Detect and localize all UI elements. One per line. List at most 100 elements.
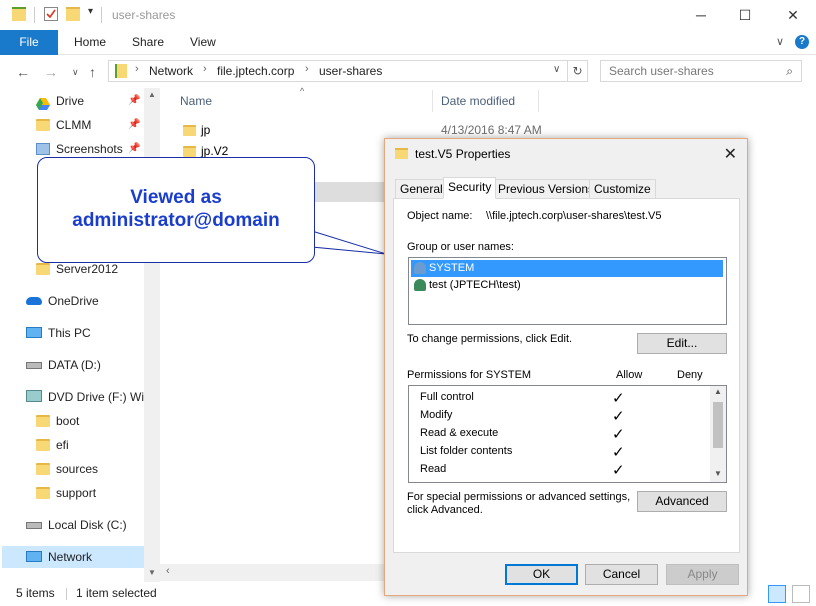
- item-count: 5 items: [16, 586, 55, 600]
- folder-check-icon: [36, 119, 50, 131]
- breadcrumb-separator-icon: ›: [305, 63, 309, 75]
- properties-quick-icon[interactable]: [44, 7, 58, 21]
- folder-icon: [183, 146, 196, 157]
- address-bar[interactable]: › Network › file.jptech.corp › user-shar…: [108, 60, 568, 82]
- tab-home[interactable]: Home: [74, 30, 106, 55]
- scroll-left-icon[interactable]: ‹: [166, 565, 170, 577]
- close-button[interactable]: ✕: [770, 0, 816, 30]
- maximize-button[interactable]: ☐: [722, 0, 768, 30]
- network-location-icon: [115, 64, 127, 78]
- sidebar-item-onedrive[interactable]: OneDrive: [26, 290, 144, 312]
- dialog-close-button[interactable]: ✕: [724, 144, 737, 164]
- edit-button[interactable]: Edit...: [637, 333, 727, 354]
- sidebar-item-drive[interactable]: Drive 📌: [34, 90, 144, 112]
- object-name-value: \\file.jptech.corp\user-shares\test.V5: [486, 210, 662, 222]
- allow-check-icon: ✓: [612, 462, 625, 479]
- apply-button[interactable]: Apply: [666, 564, 739, 585]
- pin-icon[interactable]: 📌: [128, 90, 140, 112]
- column-header-date[interactable]: Date modified: [441, 94, 515, 108]
- folder-icon: [36, 487, 50, 499]
- sidebar-item-dvd-drive[interactable]: DVD Drive (F:) Wir: [26, 386, 144, 408]
- special-permissions-text: For special permissions or advanced sett…: [407, 491, 631, 503]
- tab-previous-versions[interactable]: Previous Versions: [493, 179, 600, 199]
- advanced-button[interactable]: Advanced: [637, 491, 727, 512]
- scroll-thumb[interactable]: [713, 402, 723, 448]
- permissions-label: Permissions for SYSTEM: [407, 369, 532, 381]
- scroll-down-icon[interactable]: ▼: [714, 469, 722, 478]
- details-view-icon[interactable]: [768, 585, 786, 603]
- forward-arrow-icon[interactable]: →: [44, 64, 58, 80]
- sidebar-item-data-drive[interactable]: DATA (D:): [26, 354, 144, 376]
- recent-locations-chevron-icon[interactable]: ∨: [72, 67, 79, 78]
- customize-quick-access-icon[interactable]: ▾: [88, 6, 93, 17]
- sidebar-item-support[interactable]: support: [36, 482, 144, 504]
- allow-check-icon: ✓: [612, 408, 625, 425]
- tab-customize[interactable]: Customize: [589, 179, 656, 199]
- sidebar-item-label: Drive: [56, 94, 85, 108]
- sidebar-item-this-pc[interactable]: This PC: [26, 322, 144, 344]
- allow-column-label: Allow: [616, 369, 643, 381]
- breadcrumb-network[interactable]: Network: [149, 64, 193, 78]
- search-placeholder: Search user-shares: [609, 64, 714, 78]
- sidebar-item-label: boot: [56, 414, 80, 428]
- search-input[interactable]: Search user-shares ⌕: [600, 60, 802, 82]
- minimize-button[interactable]: ─: [678, 0, 724, 30]
- sidebar-item-network[interactable]: Network: [2, 546, 144, 568]
- tab-file[interactable]: File: [0, 30, 58, 55]
- sidebar-item-label: sources: [56, 462, 99, 476]
- cancel-button[interactable]: Cancel: [585, 564, 658, 585]
- tab-general[interactable]: General: [395, 179, 448, 199]
- dvd-drive-icon: [26, 390, 42, 402]
- sidebar-item-label: efi: [56, 438, 69, 452]
- new-folder-quick-icon[interactable]: [66, 7, 80, 21]
- breadcrumb-host[interactable]: file.jptech.corp: [217, 64, 294, 78]
- sidebar-item-boot[interactable]: boot: [36, 410, 144, 432]
- permissions-scrollbar[interactable]: ▲ ▼: [710, 386, 726, 482]
- sidebar-item-local-disk[interactable]: Local Disk (C:): [26, 514, 144, 536]
- scroll-down-icon[interactable]: ▼: [148, 568, 156, 577]
- help-icon[interactable]: ?: [795, 35, 809, 49]
- selection-count: 1 item selected: [76, 586, 157, 600]
- sidebar-item-efi[interactable]: efi: [36, 434, 144, 456]
- back-arrow-icon[interactable]: ←: [16, 64, 30, 80]
- group-users-icon: [414, 262, 426, 274]
- properties-dialog: test.V5 Properties ✕ General Security Pr…: [384, 138, 748, 596]
- allow-check-icon: ✓: [612, 426, 625, 443]
- sidebar-item-label: DATA (D:): [48, 358, 101, 372]
- tab-security[interactable]: Security: [443, 177, 497, 199]
- folder-icon: [183, 125, 196, 136]
- up-arrow-icon[interactable]: ↑: [89, 64, 96, 80]
- breadcrumb-separator-icon: ›: [135, 63, 139, 75]
- expand-ribbon-icon[interactable]: ∨: [776, 30, 784, 55]
- list-item[interactable]: test (JPTECH\test): [411, 277, 723, 294]
- sidebar-item-clmm[interactable]: CLMM 📌: [34, 114, 144, 136]
- permission-name: Read: [420, 463, 447, 475]
- permission-name: Read & execute: [420, 427, 499, 439]
- file-row[interactable]: jp 4/13/2016 8:47 AM: [180, 120, 560, 140]
- column-header-name[interactable]: Name: [180, 94, 212, 108]
- breadcrumb-share[interactable]: user-shares: [319, 64, 382, 78]
- scroll-up-icon[interactable]: ▲: [714, 387, 722, 396]
- explorer-app-icon: [12, 7, 26, 21]
- ribbon-tabs: File Home Share View ∨ ?: [0, 30, 816, 55]
- tab-view[interactable]: View: [190, 30, 216, 55]
- allow-check-icon: ✓: [612, 390, 625, 407]
- permission-name: Modify: [420, 409, 453, 421]
- ok-button[interactable]: OK: [505, 564, 578, 585]
- breadcrumb-separator-icon: ›: [203, 63, 207, 75]
- scroll-up-icon[interactable]: ▲: [148, 90, 156, 99]
- tab-share[interactable]: Share: [132, 30, 164, 55]
- user-list[interactable]: SYSTEM test (JPTECH\test): [408, 257, 727, 325]
- sidebar-item-sources[interactable]: sources: [36, 458, 144, 480]
- local-disk-icon: [26, 522, 42, 529]
- large-icons-view-icon[interactable]: [792, 585, 810, 603]
- column-divider: [432, 90, 433, 112]
- titlebar-divider: [34, 7, 35, 23]
- pin-icon[interactable]: 📌: [128, 114, 140, 136]
- window-title: user-shares: [112, 8, 176, 22]
- file-date: 4/13/2016 8:47 AM: [441, 123, 542, 137]
- horizontal-scrollbar[interactable]: ‹: [160, 564, 390, 581]
- refresh-icon[interactable]: ↻: [568, 60, 588, 82]
- address-dropdown-icon[interactable]: ∨: [553, 64, 560, 75]
- list-item[interactable]: SYSTEM: [411, 260, 723, 277]
